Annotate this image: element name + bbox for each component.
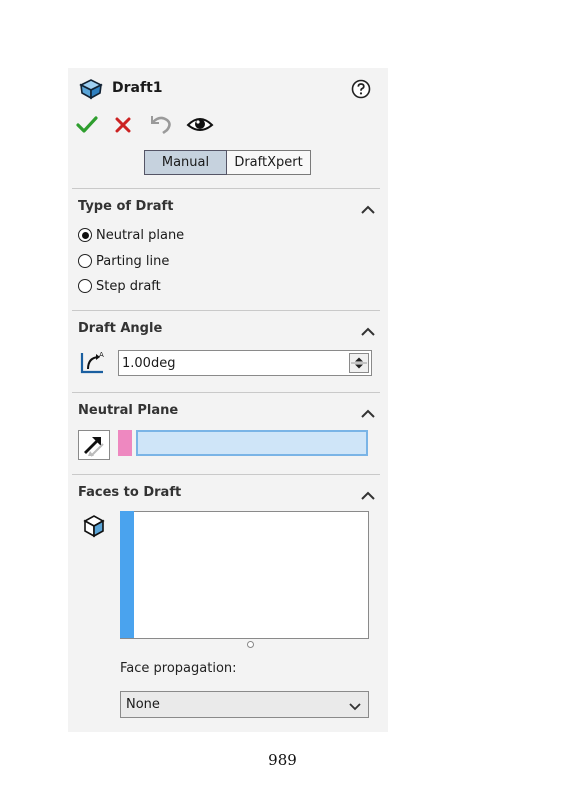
divider [72, 188, 380, 189]
help-icon[interactable] [351, 79, 371, 103]
radio-label: Step draft [96, 278, 161, 294]
section-title-type-of-draft: Type of Draft [78, 199, 174, 214]
radio-label: Neutral plane [96, 227, 185, 243]
radio-button[interactable] [78, 228, 92, 242]
feature-title: Draft1 [112, 80, 163, 96]
selection-color-bar [120, 511, 134, 638]
chevron-down-icon [348, 700, 362, 715]
svg-text:A: A [99, 351, 104, 359]
ok-check-icon[interactable] [76, 115, 98, 139]
tab-draftxpert-label: DraftXpert [234, 155, 303, 170]
face-propagation-label: Face propagation: [120, 661, 237, 676]
radio-parting-line[interactable]: Parting line [78, 251, 169, 271]
draft-angle-input[interactable]: 1.00deg [118, 350, 372, 376]
section-title-neutral-plane: Neutral Plane [78, 403, 179, 418]
radio-step-draft[interactable]: Step draft [78, 276, 161, 296]
chevron-up-icon[interactable] [360, 405, 376, 418]
tab-manual-label: Manual [161, 155, 210, 170]
face-propagation-dropdown[interactable]: None [120, 691, 369, 718]
draft-property-manager: Draft1 Manual DraftXpert Type of Draft N… [68, 68, 388, 732]
draft-angle-icon: A [79, 349, 107, 379]
page-number: 989 [268, 751, 297, 769]
divider [72, 392, 380, 393]
radio-button[interactable] [78, 254, 92, 268]
neutral-plane-selection-field[interactable] [136, 430, 368, 456]
selection-color-swatch [118, 430, 132, 456]
faces-selection-list[interactable] [120, 511, 369, 639]
chevron-up-icon[interactable] [360, 201, 376, 214]
reverse-direction-button[interactable] [78, 430, 110, 460]
radio-neutral-plane[interactable]: Neutral plane [78, 225, 184, 245]
face-propagation-value: None [126, 697, 160, 712]
section-title-draft-angle: Draft Angle [78, 321, 163, 336]
radio-label: Parting line [96, 253, 170, 269]
section-title-faces-to-draft: Faces to Draft [78, 485, 182, 500]
draft-feature-icon [78, 78, 104, 104]
tab-draftxpert[interactable]: DraftXpert [227, 150, 311, 175]
face-icon [82, 514, 106, 542]
cancel-x-icon[interactable] [113, 115, 133, 139]
angle-spinner[interactable] [349, 353, 369, 373]
preview-eye-icon[interactable] [186, 114, 214, 138]
chevron-up-icon[interactable] [360, 487, 376, 500]
radio-button[interactable] [78, 279, 92, 293]
divider [72, 474, 380, 475]
draft-angle-value: 1.00deg [122, 355, 176, 371]
divider [72, 310, 380, 311]
list-resize-handle[interactable] [247, 641, 254, 648]
chevron-up-icon[interactable] [360, 323, 376, 336]
tab-manual[interactable]: Manual [144, 150, 227, 175]
undo-icon[interactable] [146, 112, 174, 140]
